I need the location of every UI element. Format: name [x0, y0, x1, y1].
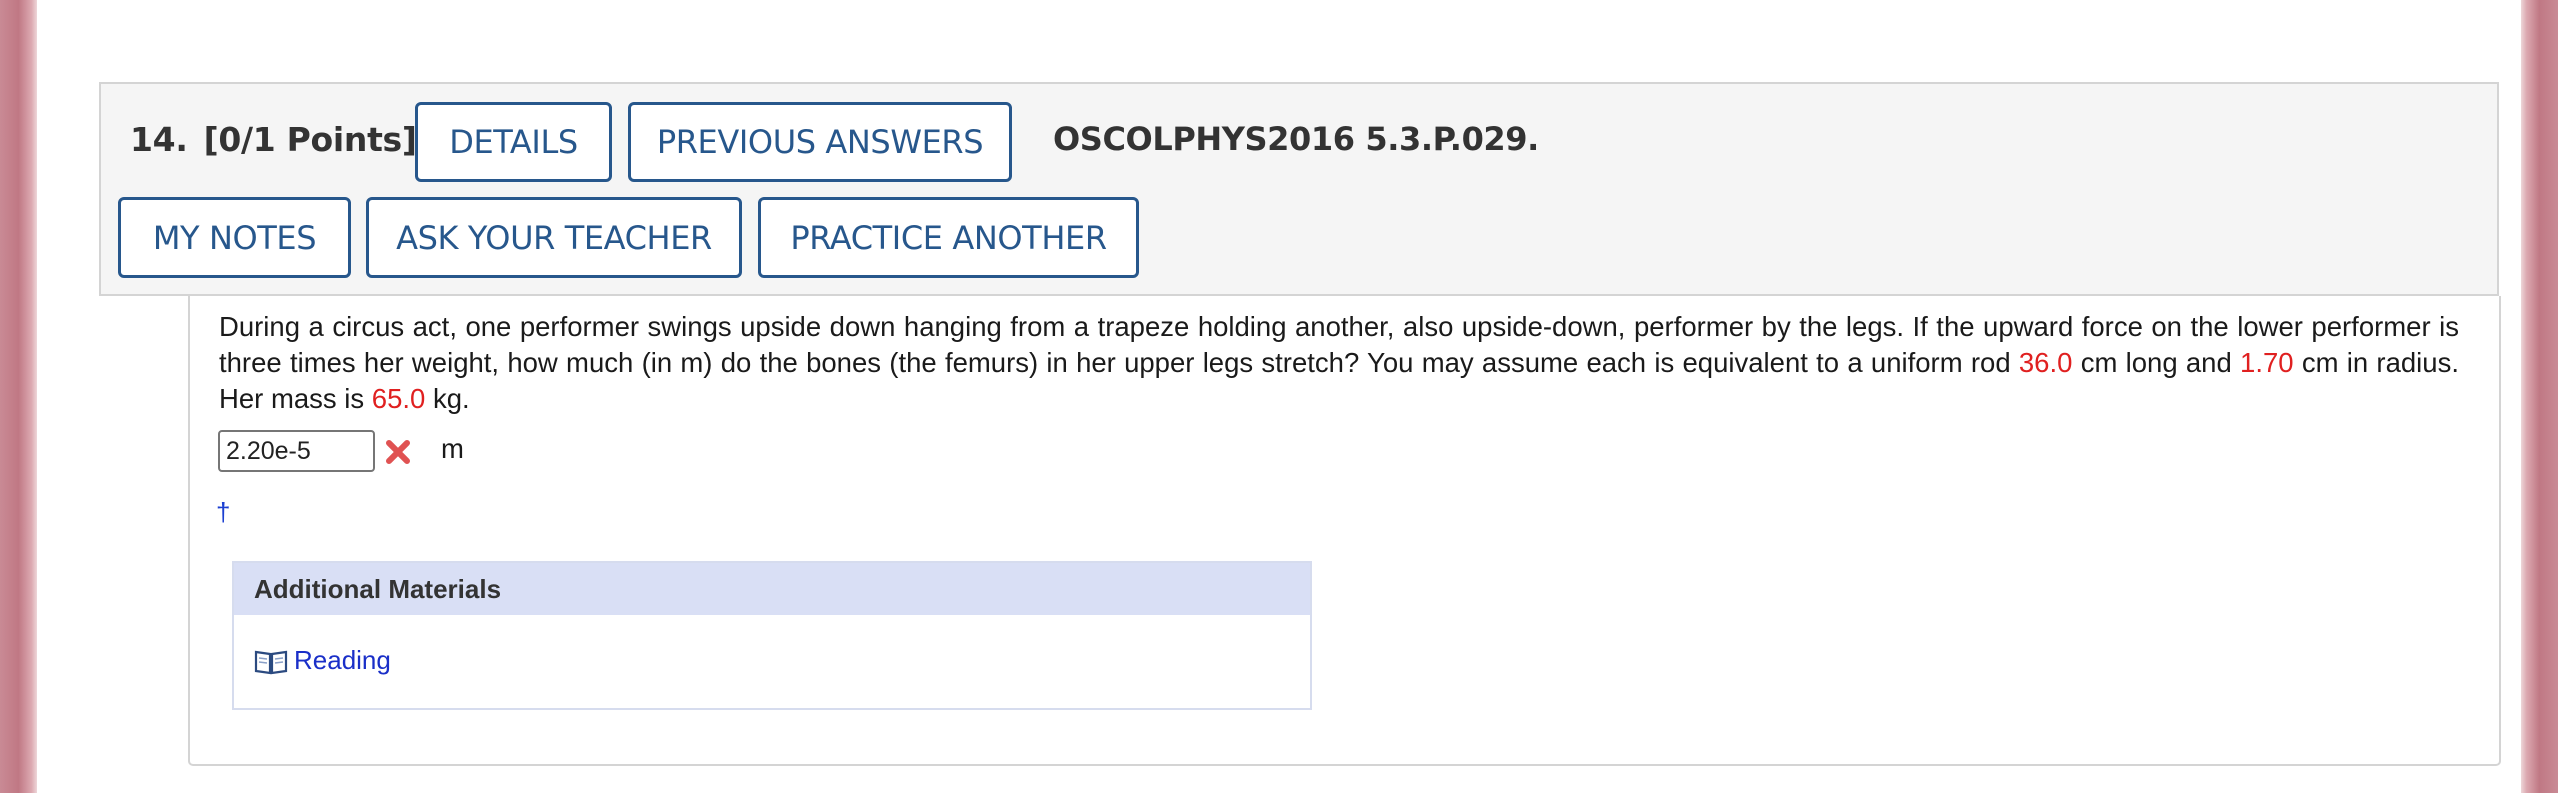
ask-your-teacher-button[interactable]: ASK YOUR TEACHER — [366, 197, 742, 278]
additional-materials-box: Additional Materials Reading — [232, 561, 1312, 710]
given-mass-value: 65.0 — [371, 383, 426, 414]
problem-text-2: cm long and — [2072, 347, 2241, 378]
reading-link-row[interactable]: Reading — [254, 645, 391, 676]
previous-answers-button[interactable]: PREVIOUS ANSWERS — [628, 102, 1012, 182]
given-length-value: 36.0 — [2018, 347, 2073, 378]
answer-unit: m — [441, 433, 464, 464]
question-code: OSCOLPHYS2016 5.3.P.029. — [1053, 120, 1539, 158]
question-number: 14. — [130, 120, 188, 159]
window-right-edge — [2521, 0, 2558, 793]
window-left-edge — [0, 0, 37, 793]
practice-another-button[interactable]: PRACTICE ANOTHER — [758, 197, 1139, 278]
given-radius-value: 1.70 — [2240, 347, 2294, 378]
my-notes-button[interactable]: MY NOTES — [118, 197, 351, 278]
reading-link[interactable]: Reading — [294, 645, 391, 676]
question-points: [0/1 Points] — [203, 120, 417, 159]
details-button[interactable]: DETAILS — [415, 102, 612, 182]
problem-text-4: kg. — [425, 383, 470, 414]
additional-materials-heading: Additional Materials — [234, 563, 1310, 615]
footnote-dagger: † — [216, 497, 231, 527]
book-icon — [254, 650, 288, 674]
question-title: 14. [0/1 Points] — [130, 120, 417, 159]
problem-statement: During a circus act, one performer swing… — [219, 309, 2459, 417]
incorrect-x-icon — [386, 440, 410, 464]
answer-input[interactable] — [218, 430, 375, 472]
